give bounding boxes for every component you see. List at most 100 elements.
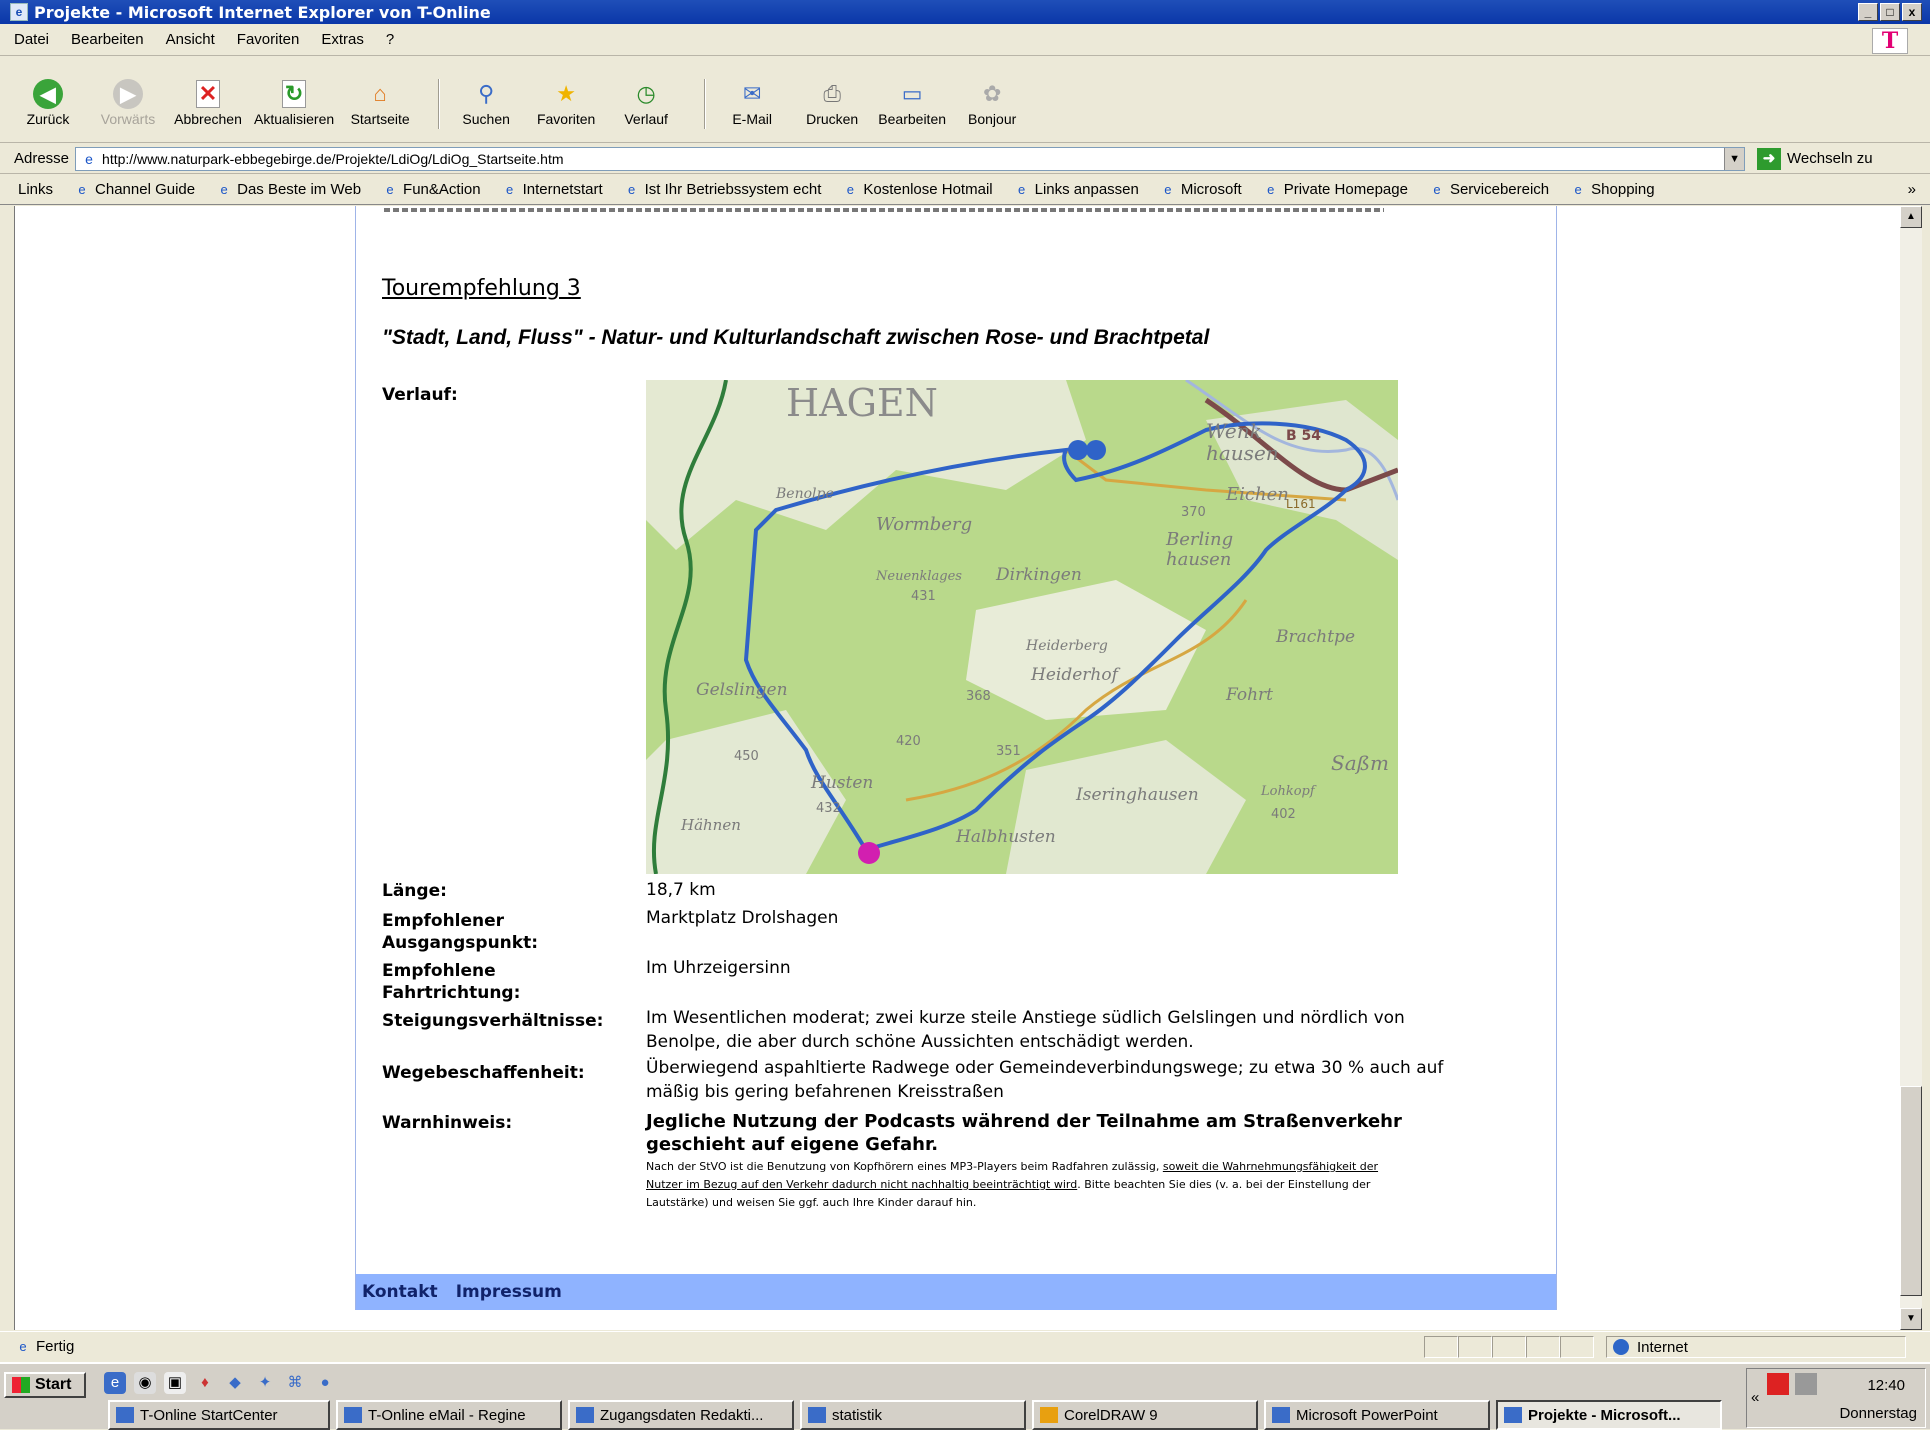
task-zugangsdaten[interactable]: Zugangsdaten Redakti... [568,1400,794,1430]
steigung-label: Steigungsverhältnisse: [382,1011,604,1031]
quicklaunch-desktop-icon[interactable]: ▣ [164,1372,186,1394]
star-icon: ★ [556,81,577,106]
stop-button[interactable]: ✕ Abbrechen [174,79,242,127]
print-button[interactable]: ⎙ Drucken [798,79,866,127]
map-label-eichen: Eichen [1225,484,1289,505]
menu-extras[interactable]: Extras [321,31,364,48]
forward-button[interactable]: ▶ Vorwärts [94,79,162,127]
favorites-button[interactable]: ★ Favoriten [532,79,600,127]
home-button[interactable]: ⌂ Startseite [346,79,414,127]
map-height-370: 370 [1181,505,1206,520]
link-private-homepage[interactable]: e Private Homepage [1262,181,1408,199]
bonjour-button[interactable]: ✿ Bonjour [958,79,1026,127]
ie-link-icon: e [1267,181,1275,197]
status-cell [1492,1336,1526,1358]
task-icon [576,1407,594,1423]
tray-network-icon[interactable] [1795,1373,1817,1395]
title-bar[interactable]: e Projekte - Microsoft Internet Explorer… [0,0,1930,24]
stop-icon: ✕ [190,79,226,109]
scroll-thumb[interactable] [1900,1086,1922,1296]
start-button[interactable]: Start [4,1372,86,1398]
printer-icon: ⎙ [823,81,841,106]
kontakt-link[interactable]: Kontakt [362,1282,438,1302]
link-das-beste-im-web[interactable]: e Das Beste im Web [215,181,361,199]
search-button[interactable]: ⚲ Suchen [452,79,520,127]
minimize-button[interactable]: _ [1858,3,1878,21]
status-bar: e Fertig Internet [0,1331,1930,1361]
quick-launch: e ◉ ▣ ♦ ◆ ✦ ⌘ ● [104,1372,336,1394]
task-icon [116,1407,134,1423]
maximize-button[interactable]: □ [1880,3,1900,21]
address-input[interactable]: e http://www.naturpark-ebbegebirge.de/Pr… [75,146,1746,171]
quicklaunch-ie-icon[interactable]: e [104,1372,126,1394]
impressum-link[interactable]: Impressum [456,1282,562,1302]
map-height-432: 432 [816,801,841,816]
task-statistik[interactable]: statistik [800,1400,1026,1430]
steigung-value: Im Wesentlichen moderat; zwei kurze stei… [646,1008,1405,1052]
map-label-b54: B 54 [1286,428,1321,444]
taskbar: Start e ◉ ▣ ♦ ◆ ✦ ⌘ ● T-Online StartCent… [0,1362,1930,1430]
map-svg: HAGEN Wenk hausen Eichen Berling hausen … [646,380,1398,874]
quicklaunch-toonline-icon[interactable]: ✦ [254,1372,276,1394]
clipped-text-line [384,206,1384,216]
map-label-husten: Husten [810,773,873,793]
menu-bearbeiten[interactable]: Bearbeiten [71,31,144,48]
quicklaunch-pin-icon[interactable]: ♦ [194,1372,216,1394]
scroll-down-icon[interactable]: ▼ [1900,1308,1922,1330]
ie-link-icon: e [220,181,228,197]
link-channel-guide[interactable]: e Channel Guide [73,181,195,199]
status-cell [1424,1336,1458,1358]
quicklaunch-network-icon[interactable]: ⌘ [284,1372,306,1394]
window-title: Projekte - Microsoft Internet Explorer v… [34,2,491,22]
quicklaunch-search-icon[interactable]: ● [314,1372,336,1394]
map-height-450: 450 [734,749,759,764]
quicklaunch-media-icon[interactable]: ◉ [134,1372,156,1394]
address-dropdown-icon[interactable]: ▼ [1724,147,1745,170]
map-height-351: 351 [996,744,1021,759]
map-label-lohkopf: Lohkopf [1260,784,1317,799]
refresh-button[interactable]: ↻ Aktualisieren [254,79,334,127]
task-projekte-ie[interactable]: Projekte - Microsoft... [1496,1400,1722,1430]
link-shopping[interactable]: e Shopping [1569,181,1655,199]
link-betriebssystem[interactable]: e Ist Ihr Betriebssystem echt [623,181,821,199]
footer-nav: Kontakt Impressum [356,1274,1556,1310]
quicklaunch-outlook-icon[interactable]: ◆ [224,1372,246,1394]
link-fun-action[interactable]: e Fun&Action [381,181,480,199]
link-internetstart[interactable]: e Internetstart [501,181,603,199]
page-viewport[interactable]: Tourempfehlung 3 "Stadt, Land, Fluss" - … [14,206,1904,1330]
map-label-brachtpe: Brachtpe [1275,627,1355,647]
map-label-hausen: hausen [1206,441,1279,465]
task-t-online-email[interactable]: T-Online eMail - Regine [336,1400,562,1430]
tray-expand-chevron[interactable]: « [1751,1389,1759,1406]
task-powerpoint[interactable]: Microsoft PowerPoint [1264,1400,1490,1430]
task-coreldraw[interactable]: CorelDRAW 9 [1032,1400,1258,1430]
ausgangspunkt-value: Marktplatz Drolshagen [646,908,839,928]
close-button[interactable]: x [1902,3,1922,21]
map-label-wormberg: Wormberg [876,514,972,535]
scroll-up-icon[interactable]: ▲ [1900,206,1922,228]
menu-help[interactable]: ? [386,31,394,48]
link-hotmail[interactable]: e Kostenlose Hotmail [841,181,993,199]
warning-small-text: Nach der StVO ist die Benutzung von Kopf… [646,1158,1416,1212]
wegebeschaffenheit-value: Überwiegend aspahltierte Radwege oder Ge… [646,1058,1444,1102]
menu-ansicht[interactable]: Ansicht [166,31,215,48]
tray-security-icon[interactable] [1767,1373,1789,1395]
back-button[interactable]: ◀ Zurück [14,79,82,127]
link-servicebereich[interactable]: e Servicebereich [1428,181,1549,199]
edit-button[interactable]: ▭ Bearbeiten [878,79,946,127]
link-microsoft[interactable]: e Microsoft [1159,181,1241,199]
map-label-berling: Berling [1165,529,1233,550]
mail-button[interactable]: ✉ E-Mail [718,79,786,127]
ie-link-icon: e [628,181,636,197]
vertical-scrollbar[interactable]: ▲ ▼ [1900,206,1922,1330]
menu-datei[interactable]: Datei [14,31,49,48]
history-button[interactable]: ◷ Verlauf [612,79,680,127]
menu-favoriten[interactable]: Favoriten [237,31,300,48]
windows-flag-icon [12,1377,30,1393]
go-button[interactable]: ➜ Wechseln zu [1757,147,1873,170]
bonjour-icon: ✿ [982,81,1002,106]
link-links-anpassen[interactable]: e Links anpassen [1013,181,1139,199]
page-icon: e [85,150,93,167]
task-t-online-startcenter[interactable]: T-Online StartCenter [108,1400,330,1430]
links-more-chevron[interactable]: » [1908,181,1916,198]
